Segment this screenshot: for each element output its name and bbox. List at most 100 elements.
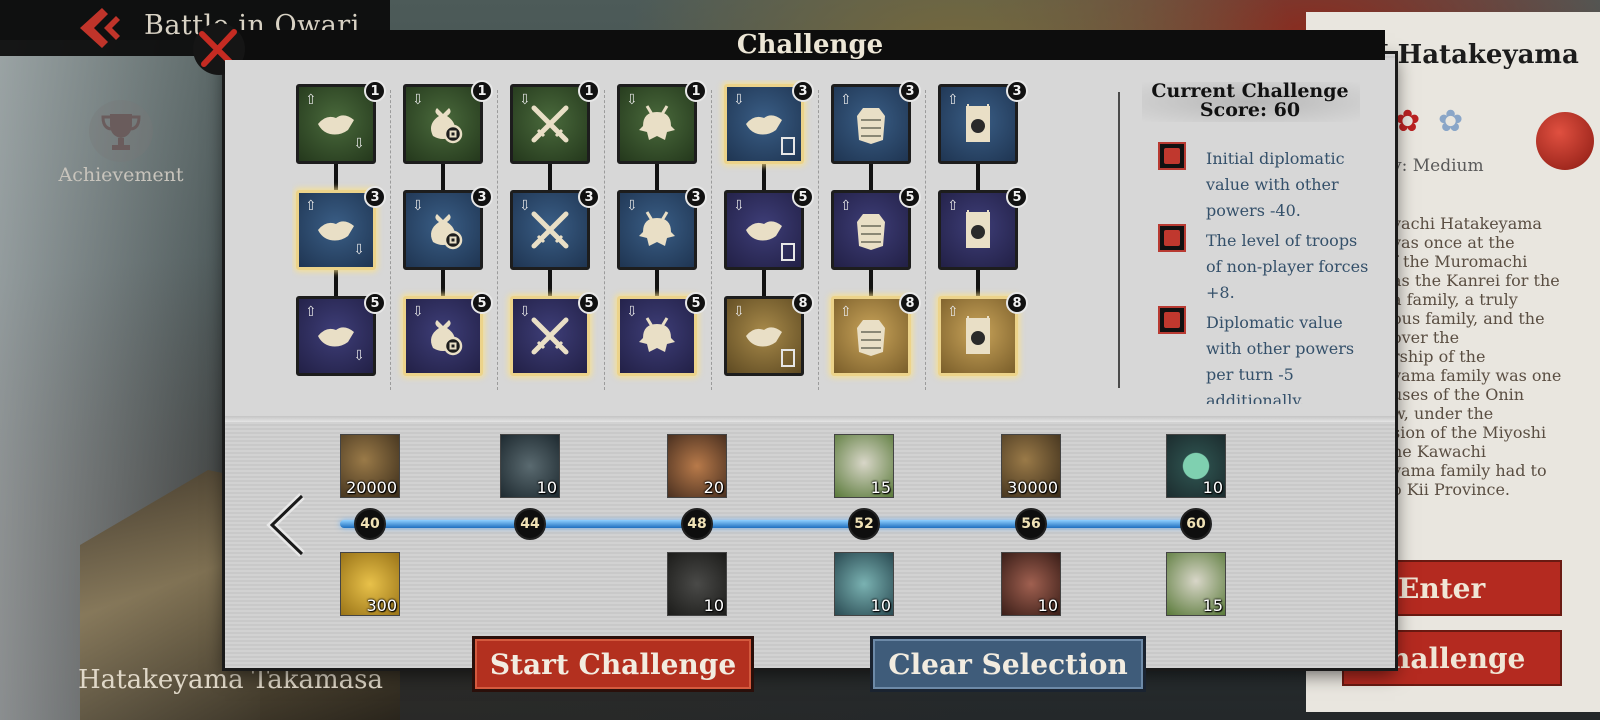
tile-score-badge: 8: [899, 292, 921, 314]
challenge-effect-text: The level of troops of non-player forces…: [1206, 231, 1369, 302]
achievement-button[interactable]: Achievement: [56, 100, 186, 186]
progress-track: [340, 520, 1208, 528]
column-separator: [818, 90, 819, 390]
reward-quantity: 30000: [1007, 478, 1058, 497]
column-separator: [711, 90, 712, 390]
reward-item[interactable]: 15: [834, 434, 894, 498]
arrow-icon: ⇧: [840, 92, 852, 108]
challenge-tile[interactable]: ⇩: [724, 190, 804, 270]
challenge-tile[interactable]: ⇧: [831, 190, 911, 270]
reward-item[interactable]: 15: [1166, 552, 1226, 616]
tile-score-badge: 5: [471, 292, 493, 314]
reward-item[interactable]: 10: [1166, 434, 1226, 498]
tile-score-badge: 5: [1006, 186, 1028, 208]
previous-page-arrow-icon[interactable]: [266, 492, 306, 558]
money-bag-icon: [431, 108, 463, 144]
challenge-tile[interactable]: ⇧: [938, 190, 1018, 270]
tile-connector: [869, 164, 873, 190]
tile-connector: [548, 164, 552, 190]
arrow-icon: ⇧: [947, 92, 959, 108]
tile-connector: [976, 270, 980, 296]
reward-item[interactable]: 20: [667, 434, 727, 498]
banner-crest-icon: [966, 104, 990, 142]
tile-score-badge: 3: [792, 80, 814, 102]
arrow-icon: ⇩: [626, 92, 638, 108]
arrow-icon: ⇧: [305, 198, 317, 214]
start-challenge-button[interactable]: Start Challenge: [472, 636, 754, 692]
tile-score-badge: 3: [578, 186, 600, 208]
tile-connector: [441, 164, 445, 190]
arrow-icon: ⇩: [353, 136, 365, 152]
current-challenge-list[interactable]: Initial diplomatic value with other powe…: [1150, 126, 1370, 404]
challenge-effect-text: Diplomatic value with other powers per t…: [1206, 313, 1355, 404]
challenge-tile[interactable]: ⇧: [938, 296, 1018, 376]
tile-score-badge: 5: [792, 186, 814, 208]
tile-score-badge: 5: [364, 292, 386, 314]
tile-connector: [762, 164, 766, 190]
challenge-tile[interactable]: ⇧ ⇩: [296, 84, 376, 164]
challenge-tile[interactable]: ⇩: [510, 190, 590, 270]
column-separator: [925, 90, 926, 390]
tile-score-badge: 1: [685, 80, 707, 102]
difficulty-label: y: Medium: [1392, 156, 1484, 176]
challenge-tile[interactable]: ⇩: [510, 84, 590, 164]
samurai-helmet-icon: [639, 105, 675, 140]
milestone-node: 48: [681, 508, 713, 540]
challenge-tile[interactable]: ⇩: [724, 84, 804, 164]
arrow-icon: ⇩: [412, 198, 424, 214]
reward-item[interactable]: 300: [340, 552, 400, 616]
reward-quantity: 10: [703, 596, 724, 615]
arrow-icon: ⇩: [353, 242, 365, 258]
tile-connector: [655, 164, 659, 190]
challenge-tile[interactable]: ⇧: [831, 296, 911, 376]
tile-score-badge: 1: [364, 80, 386, 102]
arrow-icon: ⇩: [412, 304, 424, 320]
enter-button[interactable]: Enter: [1372, 560, 1562, 616]
hourglass-icon: [781, 137, 795, 155]
reward-quantity: 15: [870, 478, 891, 497]
tile-connector: [334, 270, 338, 296]
tile-connector: [976, 164, 980, 190]
challenge-tile[interactable]: ⇩: [403, 84, 483, 164]
tile-connector: [441, 270, 445, 296]
challenge-tile[interactable]: ⇧: [938, 84, 1018, 164]
challenge-tile[interactable]: ⇩: [403, 296, 483, 376]
reward-item[interactable]: 10: [667, 552, 727, 616]
challenge-tile[interactable]: ⇧: [831, 84, 911, 164]
challenge-tile[interactable]: ⇩: [617, 190, 697, 270]
tile-score-badge: 3: [364, 186, 386, 208]
challenge-tile[interactable]: ⇧ ⇩: [296, 296, 376, 376]
tile-score-badge: 3: [471, 186, 493, 208]
challenge-tile[interactable]: ⇩: [510, 296, 590, 376]
reward-item[interactable]: 10: [500, 434, 560, 498]
arrow-icon: ⇧: [305, 92, 317, 108]
arrow-icon: ⇧: [947, 198, 959, 214]
challenge-effect-text: Initial diplomatic value with other powe…: [1206, 149, 1345, 220]
character-name: Hatakeyama Takamasa: [78, 665, 383, 695]
hourglass-icon: [781, 243, 795, 261]
money-bag-icon: [431, 214, 463, 250]
tile-score-badge: 3: [1006, 80, 1028, 102]
tile-score-badge: 1: [578, 80, 600, 102]
reward-quantity: 10: [1202, 478, 1223, 497]
reward-item[interactable]: 20000: [340, 434, 400, 498]
challenge-tile[interactable]: ⇩: [617, 84, 697, 164]
crossed-swords-icon: [531, 211, 569, 249]
challenge-tile[interactable]: ⇧ ⇩: [296, 190, 376, 270]
milestone-node: 40: [354, 508, 386, 540]
arrow-icon: ⇧: [840, 304, 852, 320]
arrow-icon: ⇩: [733, 92, 745, 108]
reward-item[interactable]: 30000: [1001, 434, 1061, 498]
column-separator: [390, 90, 391, 390]
arrow-icon: ⇩: [733, 304, 745, 320]
achievement-label: Achievement: [58, 164, 184, 186]
reward-item[interactable]: 10: [1001, 552, 1061, 616]
clan-crest-icon: ✿: [1395, 104, 1421, 139]
reward-item[interactable]: 10: [834, 552, 894, 616]
clear-selection-button[interactable]: Clear Selection: [870, 636, 1146, 692]
challenge-tile[interactable]: ⇩: [724, 296, 804, 376]
challenge-tile[interactable]: ⇩: [403, 190, 483, 270]
tile-connector: [334, 164, 338, 190]
current-challenge-title: Current Challenge Score: 60: [1150, 82, 1350, 120]
challenge-tile[interactable]: ⇩: [617, 296, 697, 376]
